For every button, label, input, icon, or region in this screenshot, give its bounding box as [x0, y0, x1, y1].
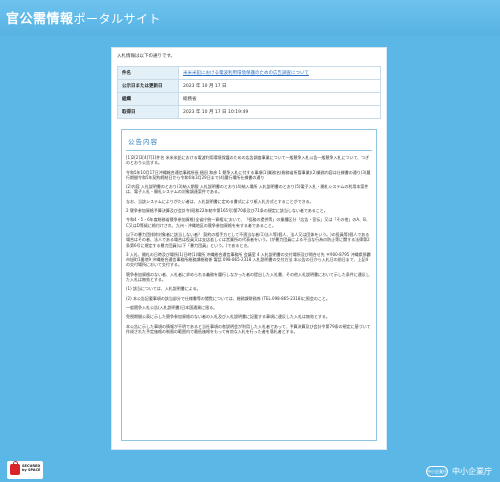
table-row: 組織 総務省	[117, 92, 381, 106]
site-header: 官公需情報ポータルサイト	[0, 0, 500, 36]
notice-paragraph: 以下の暴力団排除対象者に該当しない者？ 契約の相手方として不適当な者(1)法人等…	[126, 231, 370, 248]
notice-paragraph: 競争参加資格のない者、入札者に求められる義務を履行しなかった者の提出した入札書、…	[126, 271, 370, 283]
notice-paragraph: (1) 該当については、入札説明書による。	[126, 286, 201, 292]
notice-paragraph: (2) 本公告記載事項の該当部分で仕様書等の閲覧については、総務課財務係 (TE…	[126, 295, 330, 301]
row-value: 2023 年 10 月 17 日	[178, 79, 381, 93]
intro-text: 入札情報は以下の通りです。	[117, 54, 176, 59]
lock-icon	[10, 461, 20, 475]
notice-box: 公告内容 [1]2[2]3[4]7[1]件名 米米米鉛における電波利用環境保護の…	[121, 129, 377, 441]
row-value: 2023 年 10 月 17 日 10:19:49	[178, 105, 381, 119]
row-label: 取得日	[117, 105, 179, 119]
seal-line-2: by SPACE	[22, 468, 41, 472]
site-title: 官公需情報	[6, 12, 74, 27]
table-row: 公示日または更新日 2023 年 10 月 17 日	[117, 79, 381, 93]
notice-paragraph: 2 競争参加資格予算決算及び会計令(昭和22年勅令第165号)第70条及び71条…	[126, 208, 328, 214]
row-label: 公示日または更新日	[117, 79, 179, 93]
notice-paragraph: 3 入札、開札の日時及び場所(1)日時(1)場所 沖縄総合通信事務所 会議室 4…	[126, 251, 371, 268]
agency-name: 中小企業庁	[452, 467, 492, 476]
notice-paragraph: 令和4・5・6年度総務省競争参加資格(全省庁統一資格)において、「役務の提供等」…	[126, 217, 370, 228]
row-label: 件名	[117, 66, 179, 80]
notice-paragraph: 令和5年10月17日沖縄総合通信事務所長 植田 和彦 1 競争入札に付する事項(…	[126, 169, 371, 180]
detail-card: 入札情報は以下の通りです。 件名 米米米鉛における電波利用環境保護のための広告調…	[111, 47, 387, 450]
agency-mark-icon: 中小企業庁	[426, 466, 448, 477]
table-row: 取得日 2023 年 10 月 17 日 10:19:49	[117, 105, 381, 119]
agency-logo[interactable]: 中小企業庁 中小企業庁	[426, 466, 492, 477]
seal-text: SECURED by SPACE	[22, 464, 40, 472]
notice-paragraph: 免税期間公表に示した競争参加資格のない者の入札及び入札説明書に記載する事項に違反…	[126, 314, 330, 320]
notice-paragraph: なお、当該システムによりがたい者は、入札説明書に定める書式により紙入札方式とする…	[126, 198, 314, 204]
site-subtitle: ポータルサイト	[73, 12, 162, 26]
site-logo[interactable]: 官公需情報ポータルサイト	[6, 8, 161, 27]
row-label: 組織	[117, 92, 179, 106]
notice-title: 公告内容	[126, 133, 372, 151]
security-seal[interactable]: SECURED by SPACE	[7, 461, 43, 479]
row-value: 総務省	[178, 92, 381, 106]
table-row: 件名 米米米鉛における電波利用環境保護のための広告調査について	[117, 66, 381, 80]
notice-paragraph: [1]2[2]3[4]7[1]件名 米米米鉛における電波利用環境保護のための広告…	[126, 155, 370, 166]
notice-paragraph: (2)内容 入札説明書のとおり(3)納入期限 入札説明書のとおり(4)納入場所 …	[126, 184, 369, 195]
notice-paragraph: 本公告に示した事項の情報が不明であると当社事項の各説明会が利用した入札者であって…	[126, 323, 371, 334]
info-table: 件名 米米米鉛における電波利用環境保護のための広告調査について 公示日または更新…	[117, 66, 381, 119]
notice-paragraph: 一般競争入札公告(入札説明書)日本国通貨に限る。	[126, 304, 218, 310]
subject-link[interactable]: 米米米鉛における電波利用環境保護のための広告調査について	[178, 66, 381, 80]
